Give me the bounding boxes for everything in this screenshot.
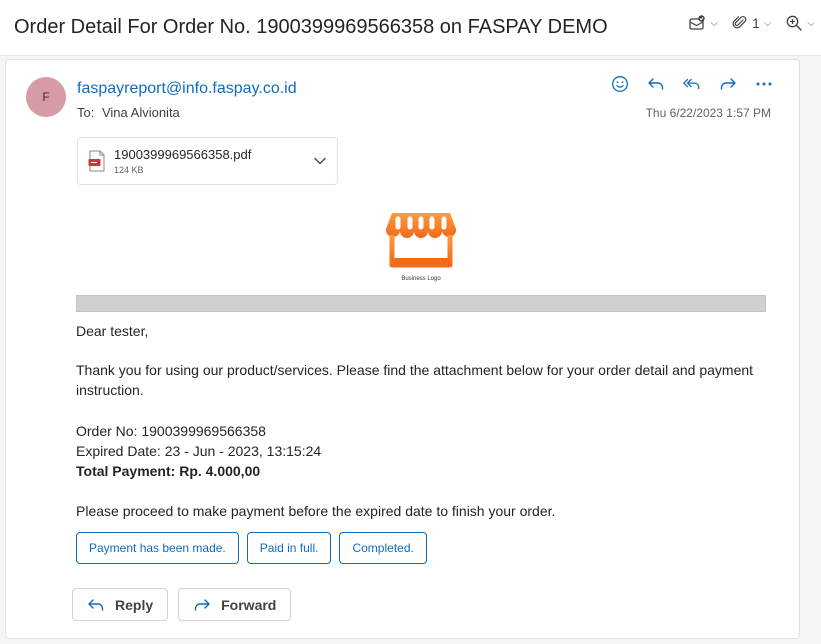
emoji-reaction-button[interactable] <box>611 75 629 93</box>
mark-read-icon <box>689 15 706 30</box>
reply-icon <box>88 598 104 611</box>
email-subject: Order Detail For Order No. 1900399969566… <box>14 16 608 38</box>
chevron-down-icon: ⌵ <box>807 17 815 29</box>
paperclip-icon <box>732 15 747 29</box>
banner-divider <box>76 295 766 312</box>
more-icon <box>756 82 772 86</box>
attachment-card[interactable]: 1900399969566358.pdf 124 KB <box>77 137 338 185</box>
avatar[interactable]: F <box>26 77 66 117</box>
reply-icon <box>648 78 664 90</box>
forward-icon <box>720 78 736 90</box>
forward-icon <box>194 598 210 611</box>
storefront-icon <box>385 213 457 268</box>
attachment-count: 1 <box>752 15 760 31</box>
total-payment: Total Payment: Rp. 4.000,00 <box>76 463 261 479</box>
mark-read-button[interactable]: ⌵ <box>688 14 718 32</box>
attachment-info: 1900399969566358.pdf 124 KB <box>114 147 313 175</box>
attachment-size: 124 KB <box>114 165 144 175</box>
subject-bar: Order Detail For Order No. 1900399969566… <box>0 0 821 56</box>
reply-forward-row: Reply Forward <box>72 588 292 621</box>
chevron-down-icon: ⌵ <box>710 17 719 29</box>
suggested-reply-completed[interactable]: Completed. <box>339 532 427 564</box>
reply-button[interactable]: Reply <box>72 588 169 621</box>
message-date: Thu 6/22/2023 1:57 PM <box>645 106 771 120</box>
logo-caption: Business Logo <box>401 276 441 282</box>
zoom-icon <box>787 15 803 31</box>
smiley-icon <box>612 76 628 92</box>
attachment-name: 1900399969566358.pdf <box>114 147 252 162</box>
recipient-name[interactable]: Vina Alvionita <box>102 105 180 120</box>
reply-all-icon <box>683 78 700 90</box>
expired-date: Expired Date: 23 - Jun - 2023, 13:15:24 <box>76 443 322 459</box>
business-logo: Business Logo <box>383 211 459 283</box>
recipient-line: To: Vina Alvionita <box>77 105 184 120</box>
sender-address[interactable]: faspayreport@info.faspay.co.id <box>77 80 297 98</box>
attachments-button[interactable]: 1 ⌵ <box>732 15 771 31</box>
chevron-down-icon: ⌵ <box>763 17 772 29</box>
subject-actions: ⌵ 1 ⌵ ⌵ <box>688 14 815 32</box>
chevron-down-icon[interactable] <box>313 154 327 168</box>
order-number: Order No: 1900399969566358 <box>76 423 266 439</box>
zoom-button[interactable]: ⌵ <box>785 14 815 32</box>
reply-label: Reply <box>115 596 154 613</box>
reply-button-top[interactable] <box>647 75 665 93</box>
more-actions-button[interactable] <box>755 75 773 93</box>
suggested-reply-paid-in-full[interactable]: Paid in full. <box>246 532 332 564</box>
message-actions <box>611 75 773 93</box>
pdf-file-icon <box>88 150 105 172</box>
greeting-text: Dear tester, <box>76 323 149 339</box>
reply-all-button[interactable] <box>683 75 701 93</box>
suggested-reply-payment-made[interactable]: Payment has been made. <box>76 532 239 564</box>
forward-button-top[interactable] <box>719 75 737 93</box>
proceed-text: Please proceed to make payment before th… <box>76 503 556 519</box>
forward-label: Forward <box>221 596 277 613</box>
thanks-paragraph: Thank you for using our product/services… <box>76 362 754 398</box>
forward-button[interactable]: Forward <box>178 588 292 621</box>
to-label: To: <box>77 105 95 120</box>
suggested-replies: Payment has been made. Paid in full. Com… <box>76 532 427 564</box>
message-card: F faspayreport@info.faspay.co.id To: Vin… <box>5 59 800 639</box>
